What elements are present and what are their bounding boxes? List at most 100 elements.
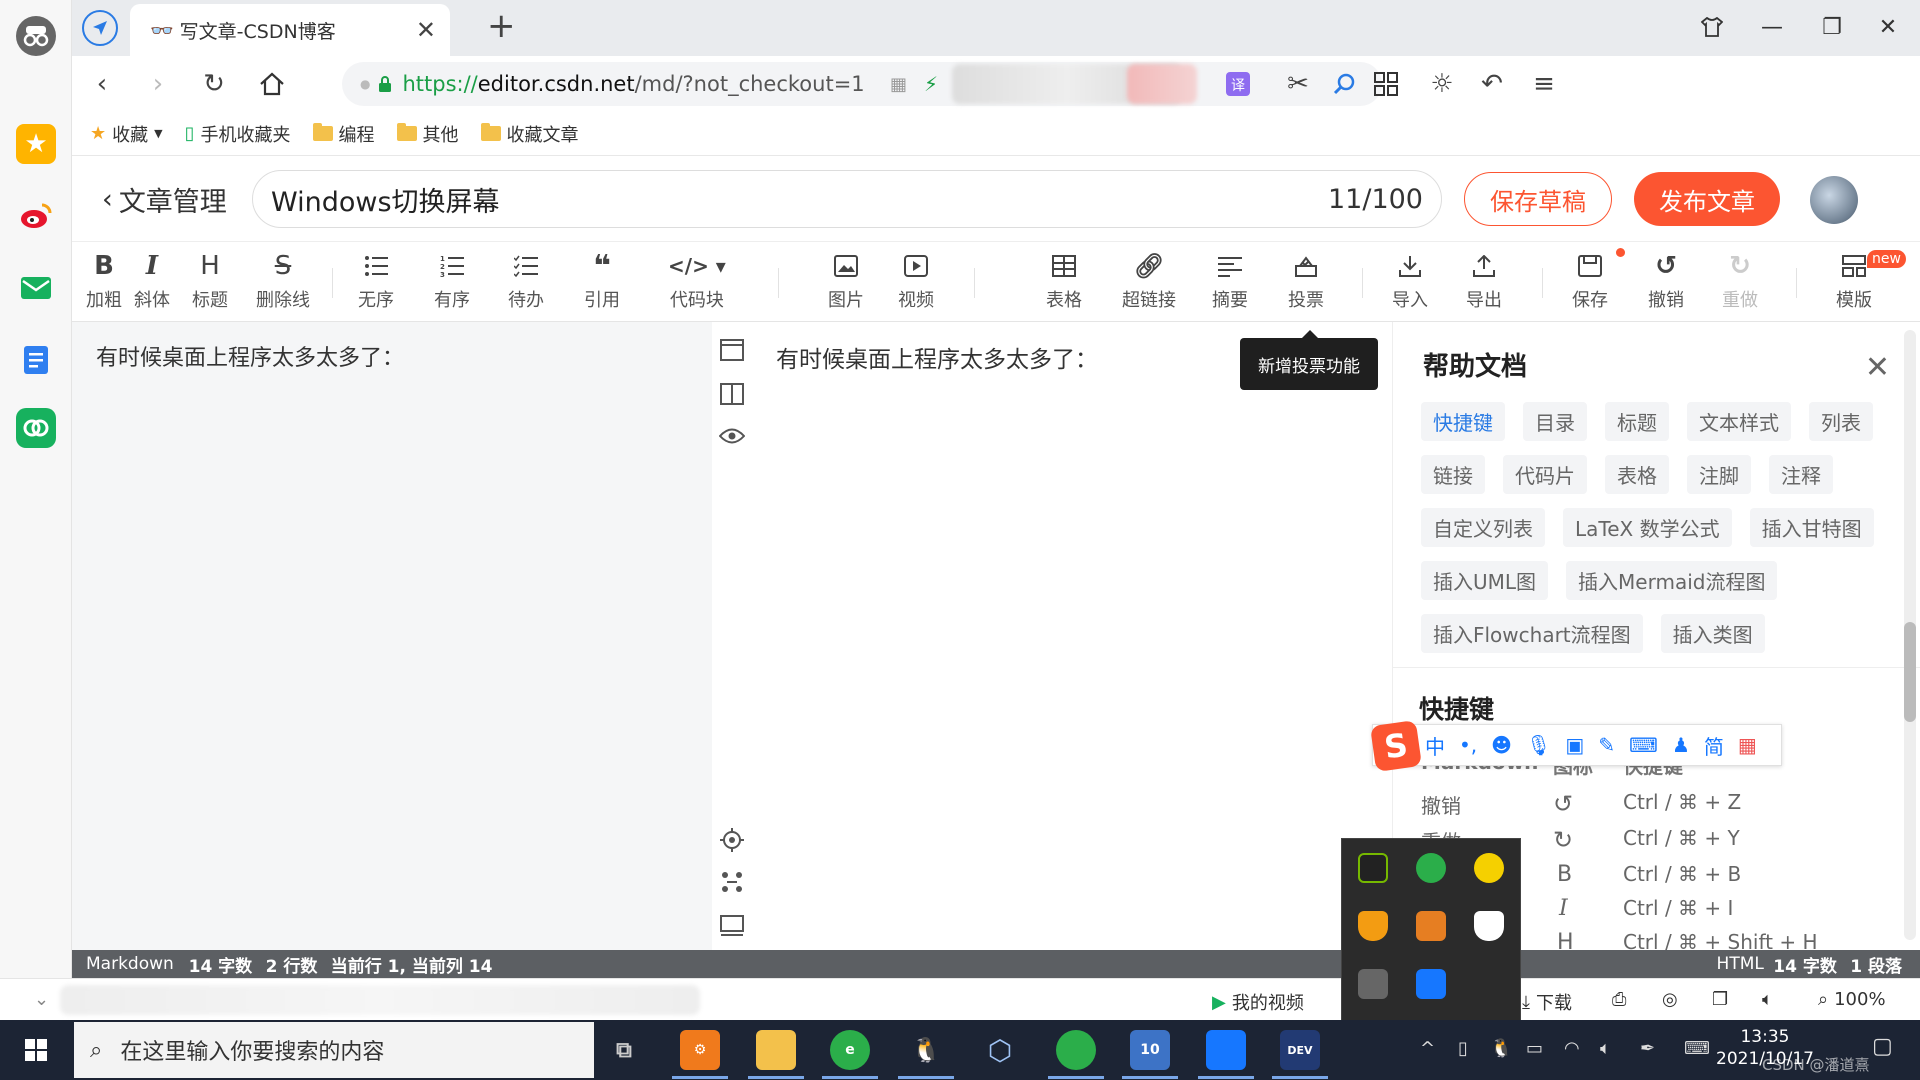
vs-code-icon[interactable]: 10 <box>1130 1030 1170 1070</box>
tray-expand-icon[interactable]: ^ <box>1420 1038 1435 1059</box>
ordered-list-button[interactable]: 1 2 3 有序 <box>434 252 470 312</box>
scissors-icon[interactable]: ✂ <box>1282 68 1314 100</box>
bookmark-articles[interactable]: 收藏文章 <box>480 121 579 147</box>
help-chip[interactable]: 目录 <box>1523 402 1587 441</box>
preview-eye-icon[interactable] <box>718 422 746 450</box>
lanxin-app-icon[interactable] <box>1206 1030 1246 1070</box>
battery-icon[interactable]: ▭ <box>1526 1038 1543 1059</box>
heading-button[interactable]: H 标题 <box>192 251 228 312</box>
qq-icon[interactable]: 🐧 <box>906 1030 946 1070</box>
ime-mode[interactable]: 中 <box>1425 731 1445 760</box>
minimize-button[interactable]: — <box>1752 12 1792 42</box>
new-tab-button[interactable]: + <box>487 9 516 43</box>
back-icon[interactable]: ‹ <box>86 68 118 100</box>
close-tab-icon[interactable]: ✕ <box>416 16 436 44</box>
notes-icon[interactable] <box>16 340 56 380</box>
translate-icon[interactable]: 译 <box>1222 68 1254 100</box>
emoji-icon[interactable]: ☻ <box>1491 733 1512 757</box>
help-chip[interactable]: 标题 <box>1605 402 1669 441</box>
help-chip[interactable]: 代码片 <box>1503 455 1587 494</box>
settings-app-icon[interactable]: ⚙ <box>680 1030 720 1070</box>
save-draft-button[interactable]: 保存草稿 <box>1464 172 1612 226</box>
wechat-icon[interactable] <box>1416 853 1446 883</box>
directory-icon[interactable] <box>718 868 746 896</box>
bookmark-programming[interactable]: 编程 <box>312 121 375 147</box>
qq-tray-icon[interactable]: 🐧 <box>1490 1038 1512 1059</box>
cloud-sync-icon[interactable] <box>16 408 56 448</box>
forward-icon[interactable]: › <box>142 68 174 100</box>
help-chip[interactable]: 插入Flowchart流程图 <box>1421 614 1643 653</box>
export-button[interactable]: 导出 <box>1466 252 1502 312</box>
help-chip[interactable]: 自定义列表 <box>1421 508 1545 547</box>
scrollbar-thumb[interactable] <box>1904 622 1916 722</box>
security-shield-icon[interactable] <box>1358 911 1388 941</box>
unordered-list-button[interactable]: 无序 <box>358 252 394 312</box>
pen-tray-icon[interactable]: ✒ <box>1640 1038 1655 1059</box>
summary-button[interactable]: 摘要 <box>1212 252 1248 312</box>
shirt-skin-icon[interactable] <box>1692 12 1732 42</box>
browser-360-icon[interactable]: e <box>830 1030 870 1070</box>
ime-simplified[interactable]: 简 <box>1704 731 1724 760</box>
vote-button[interactable]: 投票 <box>1288 252 1324 312</box>
code-block-button[interactable]: </> ▾ 代码块 <box>668 252 726 312</box>
microphone-icon[interactable]: 🎙︎ <box>1526 733 1551 757</box>
keyboard-icon[interactable]: ⌨ <box>1629 733 1658 757</box>
print-icon[interactable]: ⎙ <box>1612 989 1626 1010</box>
plus-shield-icon[interactable] <box>1474 853 1504 883</box>
help-chip[interactable]: 注释 <box>1769 455 1833 494</box>
skin-grid-icon[interactable]: ▦ <box>1738 733 1757 757</box>
save-button[interactable]: 保存 <box>1572 252 1608 312</box>
import-button[interactable]: 导入 <box>1392 252 1428 312</box>
virtualbox-icon[interactable]: ⬡ <box>980 1030 1020 1070</box>
lightning-icon[interactable]: ⚡ <box>924 72 938 96</box>
folder-tray-icon[interactable] <box>1416 911 1446 941</box>
todo-button[interactable]: 待办 <box>508 252 544 312</box>
back-to-articles[interactable]: ‹ 文章管理 <box>102 180 227 219</box>
file-explorer-icon[interactable] <box>756 1030 796 1070</box>
help-chip[interactable]: 插入UML图 <box>1421 561 1549 600</box>
help-chip[interactable]: 快捷键 <box>1421 402 1505 441</box>
qr-code-icon[interactable]: ▦ <box>890 74 907 95</box>
bookmark-favorites[interactable]: ★ 收藏 ▼ <box>90 121 163 147</box>
close-window-button[interactable]: ✕ <box>1868 12 1908 42</box>
menu-icon[interactable]: ≡ <box>1528 68 1560 100</box>
wechat-app-icon[interactable] <box>1056 1030 1096 1070</box>
windows-start-icon[interactable] <box>0 1020 72 1080</box>
keyboard-tray-icon[interactable]: ⌨ <box>1684 1038 1710 1059</box>
undo-button[interactable]: ↺ 撤销 <box>1648 251 1684 312</box>
help-chip[interactable]: 链接 <box>1421 455 1485 494</box>
italic-button[interactable]: I 斜体 <box>134 251 170 312</box>
markdown-editor[interactable]: 有时候桌面上程序太多太多了： <box>72 322 712 950</box>
wifi-icon[interactable]: ◠ <box>1564 1038 1580 1059</box>
my-video-link[interactable]: ▶ 我的视频 <box>1212 989 1304 1015</box>
help-chip[interactable]: 插入类图 <box>1660 614 1765 653</box>
close-help-icon[interactable]: ✕ <box>1865 350 1890 385</box>
sound-icon[interactable]: 🔈︎ <box>1762 989 1773 1010</box>
search-magnifier-icon[interactable] <box>1328 68 1360 100</box>
hyperlink-button[interactable]: 🔗︎ 超链接 <box>1122 252 1176 312</box>
image-button[interactable]: 图片 <box>828 252 864 312</box>
redo-button[interactable]: ↻ 重做 <box>1722 251 1758 312</box>
notification-icon[interactable]: ▢ <box>1872 1034 1893 1059</box>
quote-button[interactable]: ❝ 引用 <box>584 249 620 312</box>
lanxin-icon[interactable] <box>1416 969 1446 999</box>
tab-active[interactable]: 👓 写文章-CSDN博客 ✕ <box>130 4 450 56</box>
sogou-logo-icon[interactable]: S <box>1370 720 1422 772</box>
favorites-star-icon[interactable]: ★ <box>16 124 56 164</box>
help-chip[interactable]: 插入甘特图 <box>1749 508 1874 547</box>
volume-icon[interactable]: 🔈︎ <box>1600 1038 1611 1059</box>
sync-scroll-icon[interactable] <box>718 826 746 854</box>
article-title-input[interactable]: Windows切换屏幕 11/100 <box>252 170 1442 228</box>
phone-tray-icon[interactable]: ▯ <box>1458 1038 1468 1059</box>
undo-close-icon[interactable]: ↶ <box>1476 68 1508 100</box>
split-view-icon[interactable] <box>718 380 746 408</box>
user-icon[interactable]: ♟ <box>1672 733 1690 757</box>
mail-icon[interactable] <box>16 268 56 308</box>
bookmark-mobile[interactable]: ▯ 手机收藏夹 <box>185 121 291 147</box>
chevron-down-icon[interactable]: ⌄ <box>34 989 49 1010</box>
ime-punct[interactable]: •, <box>1459 733 1477 757</box>
bookmark-other[interactable]: 其他 <box>396 121 459 147</box>
zoom-control[interactable]: ⌕ 100% <box>1818 989 1886 1010</box>
help-chip[interactable]: 注脚 <box>1687 455 1751 494</box>
incognito-avatar-icon[interactable] <box>16 16 56 56</box>
